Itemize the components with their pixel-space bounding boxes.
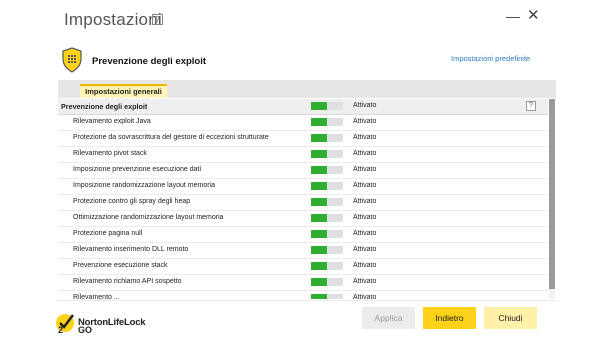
setting-status: Attivato	[353, 150, 377, 157]
setting-label: Ottimizzazione randomizzazione layout me…	[73, 214, 224, 221]
toggle-on-indicator	[311, 278, 327, 286]
toggle-on-indicator	[311, 182, 327, 190]
header-toggle[interactable]	[311, 102, 343, 110]
tab-bar: Impostazioni generali	[58, 80, 556, 98]
list-header-row: Prevenzione degli exploit Attivato ?	[58, 99, 548, 115]
setting-toggle[interactable]	[311, 166, 343, 174]
setting-label: Protezione contro gli spray degli heap	[73, 198, 191, 205]
toggle-on-indicator	[311, 294, 327, 299]
setting-label: Rilevamento exploit Java	[73, 118, 151, 125]
setting-status: Attivato	[353, 262, 377, 269]
list-item: Imposizione randomizzazione layout memor…	[58, 179, 548, 195]
setting-label: Rilevamento pivot stack	[73, 150, 147, 157]
setting-label: Rilevamento inserimento DLL remoto	[73, 246, 189, 253]
header-status: Attivato	[353, 102, 377, 109]
list-item: Rilevamento pivot stack Attivato	[58, 147, 548, 163]
setting-toggle[interactable]	[311, 198, 343, 206]
section-header: Prevenzione degli exploit Impostazioni p…	[58, 47, 548, 77]
setting-label: Protezione da sovrascrittura del gestore…	[73, 134, 269, 141]
logo-badge-text: 2	[58, 325, 63, 335]
toggle-on-indicator	[311, 246, 327, 254]
settings-list: Prevenzione degli exploit Attivato ? Ril…	[58, 99, 548, 299]
setting-toggle[interactable]	[311, 214, 343, 222]
setting-status: Attivato	[353, 118, 377, 125]
setting-label: Prevenzione esecuzione stack	[73, 262, 168, 269]
setting-toggle[interactable]	[311, 134, 343, 142]
help-icon[interactable]: ?	[152, 14, 163, 25]
toggle-on-indicator	[311, 214, 327, 222]
setting-status: Attivato	[353, 182, 377, 189]
setting-label: Rilevamento ...	[73, 294, 120, 299]
list-item: Protezione da sovrascrittura del gestore…	[58, 131, 548, 147]
toggle-on-indicator	[311, 102, 327, 110]
setting-toggle[interactable]	[311, 262, 343, 270]
setting-toggle[interactable]	[311, 230, 343, 238]
help-icon[interactable]: ?	[526, 101, 536, 111]
window-title: Impostazioni	[64, 10, 162, 29]
setting-toggle[interactable]	[311, 246, 343, 254]
section-title: Prevenzione degli exploit	[92, 56, 207, 67]
logo-sub: GO	[78, 325, 93, 335]
shield-grid-icon	[62, 47, 82, 73]
back-button[interactable]: Indietro	[423, 307, 476, 329]
list-item: Protezione pagina null Attivato	[58, 227, 548, 243]
norton-logo: 2 NortonLifeLock GO	[55, 311, 175, 337]
scrollbar[interactable]	[549, 99, 555, 299]
setting-toggle[interactable]	[311, 150, 343, 158]
minimize-button[interactable]: —	[506, 8, 520, 24]
setting-status: Attivato	[353, 134, 377, 141]
toggle-on-indicator	[311, 230, 327, 238]
setting-toggle[interactable]	[311, 294, 343, 299]
setting-label: Protezione pagina null	[73, 230, 143, 237]
setting-status: Attivato	[353, 214, 377, 221]
setting-status: Attivato	[353, 166, 377, 173]
list-item: Rilevamento ... Attivato	[58, 291, 548, 299]
toggle-on-indicator	[311, 262, 327, 270]
list-item: Ottimizzazione randomizzazione layout me…	[58, 211, 548, 227]
setting-toggle[interactable]	[311, 182, 343, 190]
list-item: Rilevamento inserimento DLL remoto Attiva…	[58, 243, 548, 259]
toggle-on-indicator	[311, 118, 327, 126]
setting-label: Imposizione randomizzazione layout memor…	[73, 182, 216, 189]
list-item: Rilevamento exploit Java Attivato	[58, 115, 548, 131]
setting-label: Rilevamento richiamo API sospetto	[73, 278, 182, 285]
norton-check-icon: 2	[56, 314, 74, 335]
close-button[interactable]: Chiudi	[484, 307, 537, 329]
setting-status: Attivato	[353, 198, 377, 205]
setting-status: Attivato	[353, 294, 377, 299]
toggle-on-indicator	[311, 198, 327, 206]
setting-toggle[interactable]	[311, 278, 343, 286]
setting-status: Attivato	[353, 230, 377, 237]
list-item: Rilevamento richiamo API sospetto Attivat…	[58, 275, 548, 291]
setting-toggle[interactable]	[311, 118, 343, 126]
toggle-on-indicator	[311, 150, 327, 158]
setting-label: Imposizione prevenzione esecuzione dati	[73, 166, 202, 173]
close-window-button[interactable]: ✕	[527, 6, 540, 24]
list-item: Imposizione prevenzione esecuzione dati A…	[58, 163, 548, 179]
apply-button[interactable]: Applica	[362, 307, 415, 329]
setting-status: Attivato	[353, 246, 377, 253]
footer-divider	[58, 300, 556, 301]
list-item: Protezione contro gli spray degli heap At…	[58, 195, 548, 211]
scroll-thumb[interactable]	[549, 99, 555, 289]
header-label: Prevenzione degli exploit	[61, 102, 148, 111]
list-item: Prevenzione esecuzione stack Attivato	[58, 259, 548, 275]
tab-general-settings[interactable]: Impostazioni generali	[80, 84, 167, 98]
toggle-on-indicator	[311, 166, 327, 174]
setting-status: Attivato	[353, 278, 377, 285]
default-settings-link[interactable]: Impostazioni predefinite	[451, 54, 530, 63]
toggle-on-indicator	[311, 134, 327, 142]
title-bar: Impostazioni ? — ✕	[0, 0, 605, 40]
